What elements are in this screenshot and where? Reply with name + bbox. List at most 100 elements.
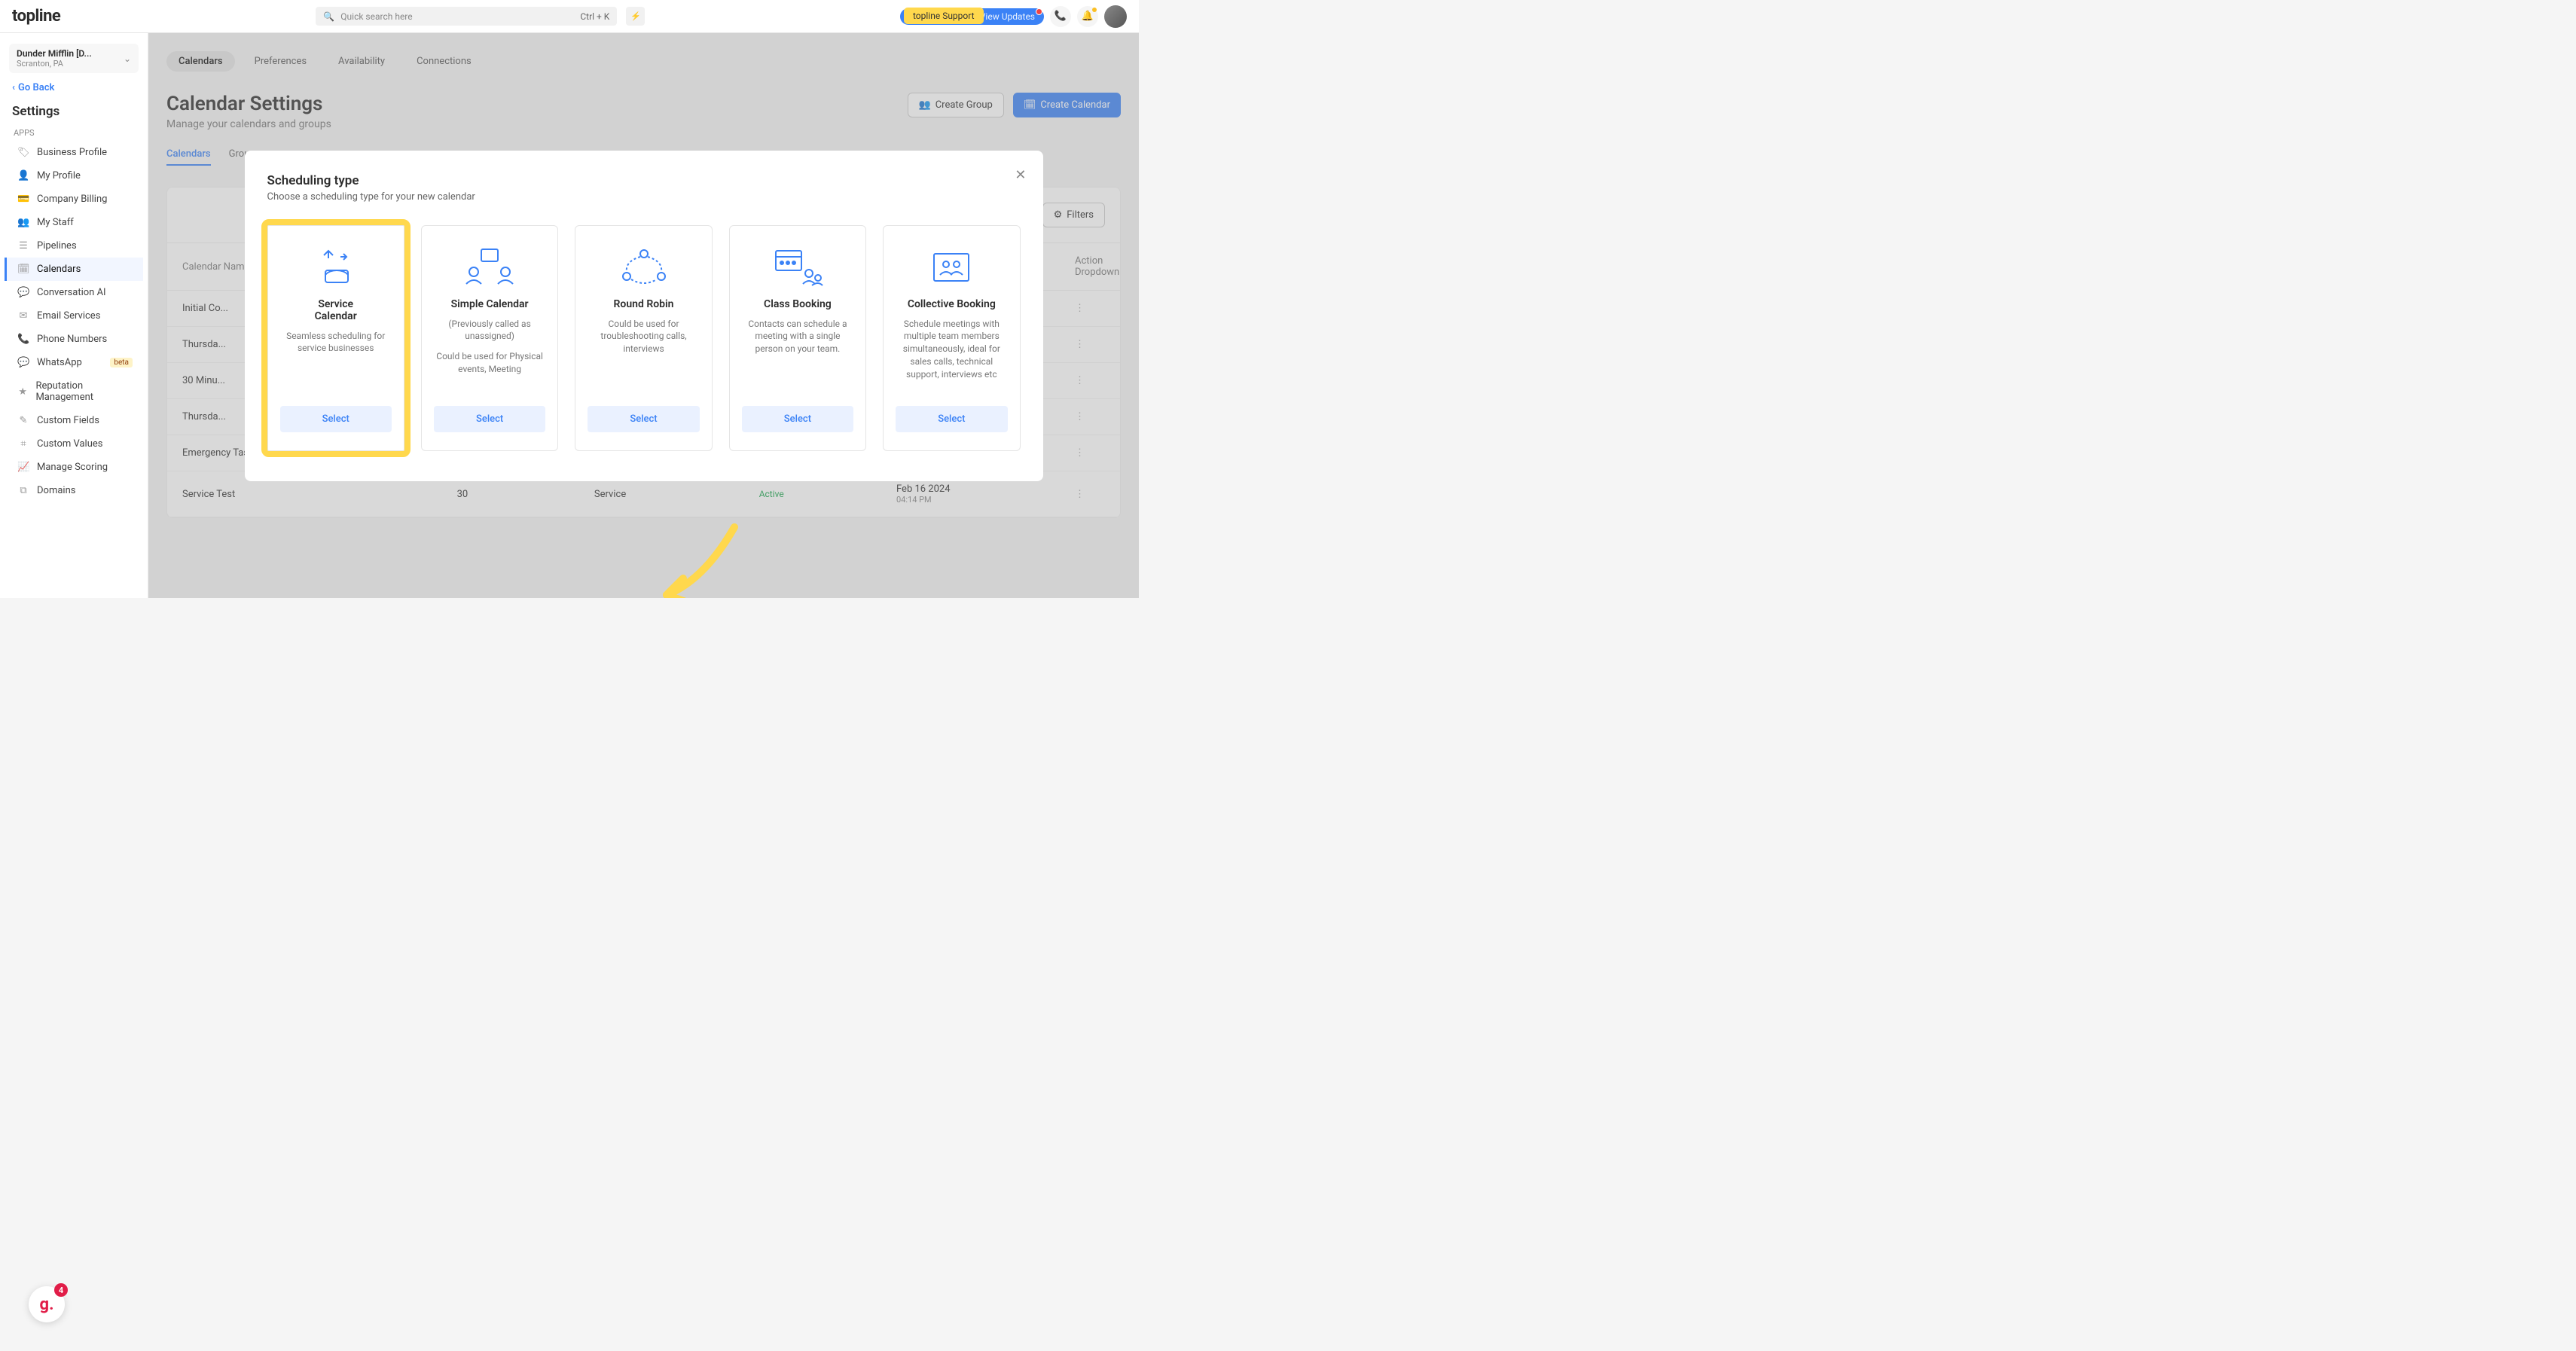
go-back-label: Go Back <box>18 82 54 93</box>
notifications-button[interactable]: 🔔 <box>1077 6 1098 27</box>
sidebar-item-my-profile[interactable]: 👤 My Profile <box>5 164 143 188</box>
nav-icon: ★ <box>17 386 28 398</box>
nav-icon: ✉ <box>17 310 29 322</box>
sidebar-item-reputation-management[interactable]: ★ Reputation Management <box>5 374 143 409</box>
nav-icon: 🗓 <box>17 264 29 275</box>
sidebar-item-whatsapp[interactable]: 💬 WhatsApp beta <box>5 351 143 374</box>
option-select-button[interactable]: Select <box>280 406 392 432</box>
option-icon <box>618 244 670 291</box>
modal-subtitle: Choose a scheduling type for your new ca… <box>267 191 1021 203</box>
quick-action-button[interactable]: ⚡ <box>626 7 645 26</box>
nav-icon: 📞 <box>17 334 29 345</box>
nav-label: Phone Numbers <box>37 334 107 345</box>
sidebar-item-phone-numbers[interactable]: 📞 Phone Numbers <box>5 328 143 351</box>
sidebar-item-company-billing[interactable]: 💳 Company Billing <box>5 188 143 211</box>
go-back-link[interactable]: ‹ Go Back <box>12 82 136 93</box>
floating-help-badge[interactable]: g. 4 <box>29 1286 65 1322</box>
avatar[interactable] <box>1104 5 1127 28</box>
modal-overlay: ✕ Scheduling type Choose a scheduling ty… <box>148 33 1139 598</box>
nav-label: Company Billing <box>37 194 107 205</box>
option-title: Round Robin <box>614 298 674 310</box>
nav-icon: ⧉ <box>17 485 29 496</box>
scheduling-option-service-calendar: ServiceCalendar Seamless scheduling for … <box>267 225 404 451</box>
sidebar-item-manage-scoring[interactable]: 📈 Manage Scoring <box>5 456 143 479</box>
nav-label: Email Services <box>37 310 100 322</box>
view-updates-label: View Updates <box>980 11 1035 22</box>
nav-icon: ☰ <box>17 240 29 252</box>
nav-label: My Staff <box>37 217 74 228</box>
option-icon <box>925 244 978 291</box>
section-label-apps: Apps <box>14 128 134 138</box>
option-select-button[interactable]: Select <box>896 406 1007 432</box>
nav-icon: 👥 <box>17 217 29 228</box>
option-icon <box>771 244 824 291</box>
nav-icon: 💳 <box>17 194 29 205</box>
sidebar-item-pipelines[interactable]: ☰Pipelines <box>5 234 143 258</box>
main-content: CalendarsPreferencesAvailabilityConnecti… <box>148 33 1139 598</box>
nav-icon: ✎ <box>17 415 29 426</box>
search-icon: 🔍 <box>323 11 334 22</box>
modal-title: Scheduling type <box>267 173 1021 188</box>
support-button[interactable]: topline Support <box>904 8 984 24</box>
scheduling-option-round-robin: Round Robin Could be used for troublesho… <box>575 225 712 451</box>
nav-icon: 👤 <box>17 170 29 181</box>
option-description: Could be used for troubleshooting calls,… <box>588 318 699 355</box>
highlight-arrow-icon <box>652 520 749 599</box>
option-icon <box>315 244 357 291</box>
nav-label: WhatsApp <box>37 357 82 368</box>
search-input[interactable]: 🔍 Quick search here Ctrl + K <box>316 7 617 26</box>
sidebar-item-conversation-ai[interactable]: 💬 Conversation AI <box>5 281 143 304</box>
nav-icon: 💬 <box>17 287 29 298</box>
org-selector[interactable]: Dunder Mifflin [D... Scranton, PA ⌄ <box>9 44 139 73</box>
search-placeholder: Quick search here <box>340 11 412 22</box>
nav-label: Calendars <box>37 264 81 275</box>
chevron-down-icon: ⌄ <box>124 53 131 64</box>
nav-label: Manage Scoring <box>37 462 108 473</box>
badge-count: 4 <box>54 1283 68 1297</box>
nav-label: Conversation AI <box>37 287 106 298</box>
scheduling-option-class-booking: Class Booking Contacts can schedule a me… <box>729 225 866 451</box>
option-title: ServiceCalendar <box>315 298 357 322</box>
option-description: Contacts can schedule a meeting with a s… <box>742 318 853 355</box>
nav-label: My Profile <box>37 170 81 181</box>
option-description: Could be used for Physical events, Meeti… <box>434 350 545 376</box>
option-select-button[interactable]: Select <box>742 406 853 432</box>
nav-icon: 🏷 <box>17 147 29 158</box>
option-description: Schedule meetings with multiple team mem… <box>896 318 1007 381</box>
option-description: Seamless scheduling for service business… <box>280 330 392 355</box>
nav-icon: 📈 <box>17 462 29 473</box>
sidebar-item-business-profile[interactable]: 🏷 Business Profile <box>5 141 143 164</box>
sidebar-item-calendars[interactable]: 🗓 Calendars <box>5 258 143 281</box>
org-location: Scranton, PA <box>17 59 124 69</box>
sidebar-item-domains[interactable]: ⧉ Domains <box>5 479 143 502</box>
org-name: Dunder Mifflin [D... <box>17 48 124 59</box>
sidebar-item-my-staff[interactable]: 👥 My Staff <box>5 211 143 234</box>
nav-icon: 💬 <box>17 357 29 368</box>
settings-heading: Settings <box>12 104 136 119</box>
option-subtitle: (Previously called as unassigned) <box>434 318 545 343</box>
nav-label: Domains <box>37 485 75 496</box>
nav-icon: ⌗ <box>17 438 29 450</box>
option-title: Collective Booking <box>908 298 996 310</box>
badge-letter: g. <box>40 1295 54 1314</box>
scheduling-option-simple-calendar: Simple Calendar (Previously called as un… <box>421 225 558 451</box>
sidebar-item-custom-values[interactable]: ⌗ Custom Values <box>5 432 143 456</box>
scheduling-option-collective-booking: Collective Booking Schedule meetings wit… <box>883 225 1020 451</box>
sidebar: Dunder Mifflin [D... Scranton, PA ⌄ ‹ Go… <box>0 33 148 598</box>
chevron-left-icon: ‹ <box>12 82 15 93</box>
scheduling-type-modal: ✕ Scheduling type Choose a scheduling ty… <box>245 151 1043 481</box>
option-title: Class Booking <box>764 298 832 310</box>
nav-label: Reputation Management <box>35 380 133 403</box>
modal-close-button[interactable]: ✕ <box>1015 167 1026 183</box>
option-select-button[interactable]: Select <box>588 406 699 432</box>
phone-button[interactable]: 📞 <box>1050 6 1071 27</box>
option-select-button[interactable]: Select <box>434 406 545 432</box>
brand-logo: topline <box>12 7 60 26</box>
nav-label: Business Profile <box>37 147 107 158</box>
beta-badge: beta <box>110 358 133 367</box>
option-icon <box>463 244 516 291</box>
sidebar-item-email-services[interactable]: ✉ Email Services <box>5 304 143 328</box>
search-shortcut: Ctrl + K <box>580 11 609 22</box>
nav-label: Custom Values <box>37 438 103 450</box>
sidebar-item-custom-fields[interactable]: ✎Custom Fields <box>5 409 143 432</box>
